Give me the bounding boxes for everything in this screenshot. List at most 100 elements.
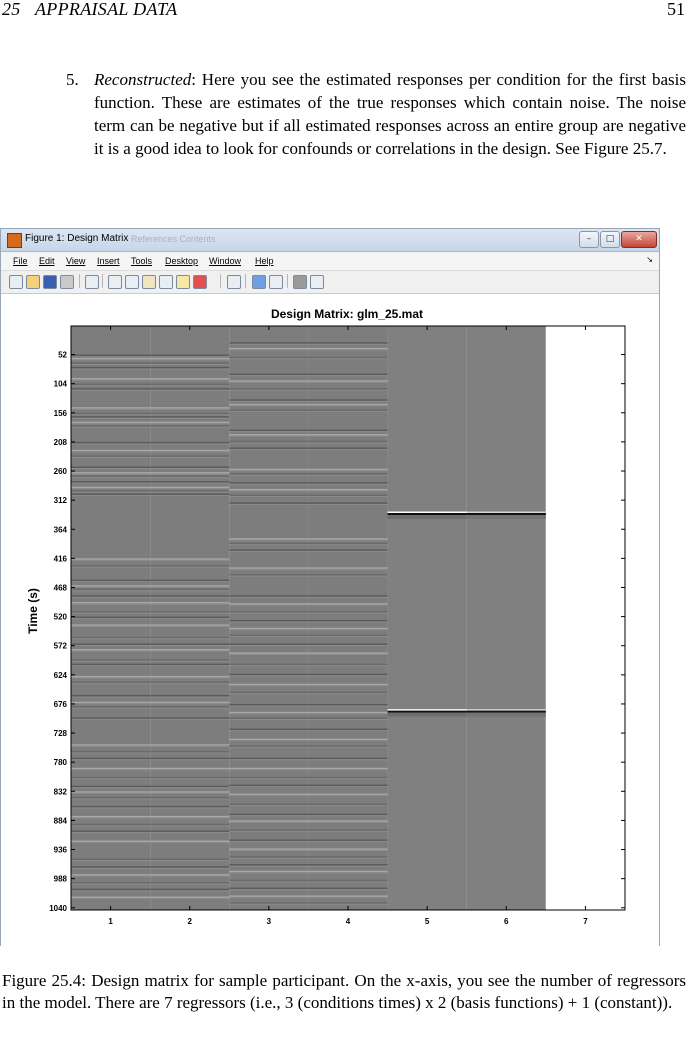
regressor-stripe-cond2	[308, 683, 388, 686]
regressor-stripe-cond2	[229, 879, 309, 882]
y-axis-label: Time (s)	[26, 588, 40, 634]
regressor-stripe-cond2	[229, 856, 309, 858]
regressor-stripe-cond1	[71, 817, 151, 819]
regressor-stripe-cond1	[150, 787, 230, 789]
regressor-stripe-cond1	[150, 565, 230, 567]
hide-tools-icon[interactable]	[293, 275, 307, 289]
regressor-stripe-cond2	[308, 813, 388, 816]
regressor-stripe-cond2	[229, 839, 309, 841]
menu-help[interactable]: Help	[255, 256, 274, 266]
new-file-icon[interactable]	[9, 275, 23, 289]
regressor-stripe-cond2	[308, 429, 388, 431]
menu-file[interactable]: File	[13, 256, 28, 266]
regressor-stripe-cond2	[308, 887, 388, 890]
menu-tools[interactable]: Tools	[131, 256, 152, 266]
regressor-stripe-cond1	[150, 559, 230, 561]
regressor-stripe-cond1	[71, 707, 151, 709]
regressor-stripe-cond1	[150, 778, 230, 780]
regressor-stripe-cond2	[229, 575, 309, 577]
menu-insert[interactable]: Insert	[97, 256, 120, 266]
regressor-stripe-cond1	[71, 683, 151, 685]
y-tick-label: 780	[54, 758, 68, 767]
brush-icon[interactable]	[193, 275, 207, 289]
window-titlebar[interactable]: Figure 1: Design Matrix References Conte…	[1, 229, 659, 252]
regressor-stripe-cond2	[229, 544, 309, 546]
regressor-stripe-cond2	[308, 482, 388, 484]
regressor-stripe-cond1	[71, 832, 151, 834]
regressor-stripe-cond2	[308, 841, 388, 843]
regressor-stripe-cond2	[308, 759, 388, 761]
y-tick-label: 884	[54, 816, 68, 825]
regressor-stripe-cond1	[150, 677, 230, 679]
data-cursor-icon[interactable]	[176, 275, 190, 289]
regressor-stripe-cond1	[150, 566, 230, 568]
link-icon[interactable]	[227, 275, 241, 289]
regressor-stripe-cond2	[229, 468, 309, 471]
regressor-stripe-cond1	[71, 649, 151, 651]
regressor-stripe-cond1	[150, 425, 230, 427]
zoom-in-icon[interactable]	[108, 275, 122, 289]
event-spike	[466, 710, 546, 713]
regressor-stripe-cond2	[308, 568, 388, 570]
regressor-stripe-cond1	[71, 595, 151, 597]
y-tick-label: 52	[58, 351, 67, 360]
regressor-stripe-cond2	[229, 897, 309, 899]
regressor-stripe-cond1	[71, 776, 151, 779]
menu-view[interactable]: View	[66, 256, 85, 266]
regressor-stripe-cond1	[71, 490, 151, 492]
menu-window[interactable]: Window	[209, 256, 241, 266]
regressor-stripe-cond2	[308, 399, 388, 401]
regressor-stripe-cond2	[229, 400, 309, 402]
regressor-stripe-cond2	[229, 381, 309, 383]
regressor-stripe-cond2	[229, 665, 309, 667]
menu-edit[interactable]: Edit	[39, 256, 55, 266]
regressor-stripe-cond2	[229, 830, 309, 832]
regressor-stripe-cond1	[71, 468, 151, 470]
regressor-stripe-cond1	[71, 425, 151, 427]
menu-desktop[interactable]: Desktop	[165, 256, 198, 266]
regressor-stripe-cond1	[150, 477, 230, 479]
regressor-stripe-cond2	[308, 665, 388, 667]
print-icon[interactable]	[60, 275, 74, 289]
regressor-stripe-cond2	[229, 795, 309, 797]
regressor-stripe-cond1	[71, 638, 151, 640]
regressor-stripe-cond2	[308, 473, 388, 475]
regressor-stripe-cond2	[229, 447, 309, 449]
regressor-stripe-cond2	[308, 784, 388, 786]
regressor-stripe-cond1	[71, 706, 151, 708]
regressor-stripe-cond1	[71, 602, 151, 604]
toolbar	[1, 271, 659, 294]
regressor-stripe-cond2	[229, 474, 309, 476]
event-spike	[387, 513, 467, 516]
minimize-button[interactable]: –	[579, 231, 599, 248]
regressor-stripe-cond1	[71, 626, 151, 628]
regressor-stripe-cond1	[71, 423, 151, 425]
open-folder-icon[interactable]	[26, 275, 40, 289]
regressor-stripe-cond1	[150, 744, 230, 746]
y-tick-label: 520	[54, 613, 68, 622]
zoom-out-icon[interactable]	[125, 275, 139, 289]
regressor-stripe-cond1	[150, 867, 230, 869]
regressor-stripe-cond1	[71, 481, 151, 483]
menu-overflow-icon[interactable]: ↘	[646, 255, 653, 264]
regressor-stripe-cond2	[308, 483, 388, 485]
regressor-stripe-cond2	[229, 815, 309, 817]
legend-icon[interactable]	[269, 275, 283, 289]
regressor-stripe-cond2	[308, 347, 388, 350]
colorbar-icon[interactable]	[252, 275, 266, 289]
regressor-stripe-cond2	[308, 342, 388, 344]
save-icon[interactable]	[43, 275, 57, 289]
regressor-stripe-cond1	[71, 752, 151, 754]
maximize-button[interactable]: □	[600, 231, 620, 248]
regressor-stripe-cond2	[308, 872, 388, 874]
regressor-stripe-cond2	[308, 693, 388, 695]
regressor-stripe-cond1	[150, 488, 230, 490]
close-button[interactable]: ✕	[621, 231, 657, 248]
show-tools-icon[interactable]	[310, 275, 324, 289]
regressor-stripe-cond2	[308, 767, 388, 770]
rotate-icon[interactable]	[159, 275, 173, 289]
regressor-stripe-cond1	[150, 767, 230, 770]
pointer-icon[interactable]	[85, 275, 99, 289]
pan-icon[interactable]	[142, 275, 156, 289]
regressor-stripe-cond2	[308, 675, 388, 677]
